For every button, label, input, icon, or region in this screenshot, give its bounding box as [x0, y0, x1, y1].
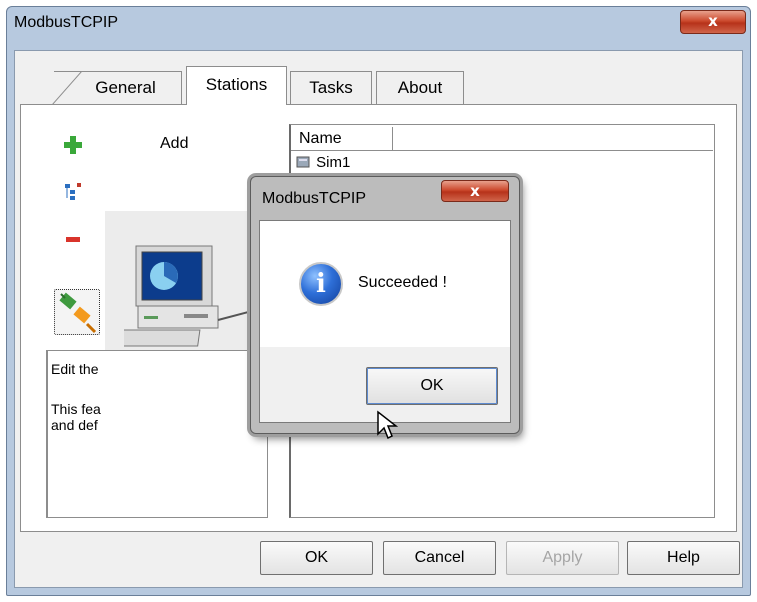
- tab-tasks-label: Tasks: [309, 78, 353, 97]
- list-item[interactable]: Sim1: [296, 154, 350, 171]
- window-close-button[interactable]: x: [680, 10, 746, 34]
- tab-stations-label: Stations: [205, 75, 268, 94]
- ok-button[interactable]: OK: [260, 541, 373, 575]
- help-button[interactable]: Help: [627, 541, 740, 575]
- tab-stations[interactable]: Stations: [186, 66, 287, 105]
- tab-about-label: About: [397, 78, 443, 97]
- list-item-label: Sim1: [316, 154, 351, 171]
- add-icon[interactable]: [60, 134, 86, 156]
- connect-button[interactable]: [54, 289, 100, 335]
- connect-plug-icon: [59, 292, 97, 334]
- properties-icon[interactable]: [60, 181, 86, 203]
- tab-slant: [52, 71, 82, 105]
- add-label: Add: [160, 135, 189, 152]
- description-box: Edit the This fea and def: [46, 350, 268, 518]
- cancel-button[interactable]: Cancel: [383, 541, 496, 575]
- apply-button[interactable]: Apply: [506, 541, 619, 575]
- dialog-close-button[interactable]: x: [441, 180, 509, 202]
- description-line-3: and def: [51, 417, 98, 433]
- column-header-name[interactable]: Name: [291, 127, 393, 151]
- description-line-1: Edit the: [51, 361, 99, 377]
- remove-icon[interactable]: [60, 229, 86, 251]
- dialog-title: ModbusTCPIP: [262, 190, 367, 207]
- info-icon: i: [299, 262, 343, 306]
- station-icon: [296, 156, 310, 168]
- column-header-empty: [393, 127, 713, 151]
- window-title: ModbusTCPIP: [14, 14, 119, 31]
- dialog-message: Succeeded !: [358, 274, 447, 291]
- description-line-2: This fea: [51, 401, 101, 417]
- tab-general[interactable]: General: [52, 71, 182, 105]
- tab-general-label: General: [95, 78, 156, 97]
- dialog-ok-button[interactable]: OK: [366, 367, 498, 405]
- mouse-cursor-icon: [377, 410, 398, 440]
- tab-tasks[interactable]: Tasks: [290, 71, 372, 104]
- tab-about[interactable]: About: [376, 71, 464, 104]
